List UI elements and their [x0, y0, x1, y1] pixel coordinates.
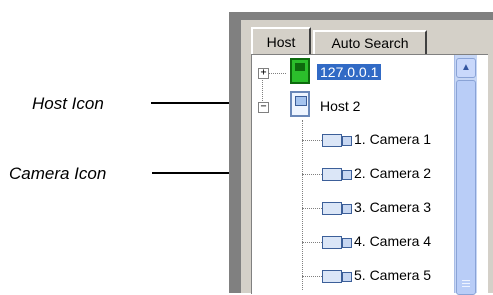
tree-line	[302, 276, 322, 277]
tree-line	[302, 120, 303, 290]
camera-icon	[322, 235, 352, 249]
tree-line	[302, 174, 322, 175]
tab-auto-search[interactable]: Auto Search	[313, 30, 427, 54]
tree-node-camera[interactable]: 5. Camera 5	[354, 267, 431, 283]
tab-host[interactable]: Host	[251, 27, 311, 55]
host-icon-callout: Host Icon	[32, 94, 104, 113]
scrollbar-thumb[interactable]	[456, 80, 476, 295]
screen-icon-part	[295, 63, 305, 71]
tree-line	[302, 140, 322, 141]
tree-node-camera[interactable]: 4. Camera 4	[354, 233, 431, 249]
tree-node-host1[interactable]: 127.0.0.1	[317, 64, 382, 80]
camera-icon-callout: Camera Icon	[9, 164, 107, 183]
camera-icon	[322, 133, 352, 147]
tree-node-host2[interactable]: Host 2	[320, 98, 360, 114]
scroll-grip	[462, 286, 470, 287]
tree-node-camera[interactable]: 2. Camera 2	[354, 165, 431, 181]
camera-icon	[322, 201, 352, 215]
scroll-grip	[462, 280, 470, 281]
scroll-grip	[462, 283, 470, 284]
expand-host1-button[interactable]: +	[258, 68, 269, 79]
tree-node-camera[interactable]: 3. Camera 3	[354, 199, 431, 215]
screen-icon-part	[295, 96, 307, 106]
camera-icon	[322, 269, 352, 283]
camera-icon	[322, 167, 352, 181]
tree-node-camera[interactable]: 1. Camera 1	[354, 131, 431, 147]
tree-line	[302, 242, 322, 243]
collapse-host2-button[interactable]: −	[258, 102, 269, 113]
computer-icon	[290, 58, 310, 84]
chevron-up-icon[interactable]: ▲	[456, 58, 476, 78]
tree-line	[268, 73, 286, 74]
tree-line	[302, 208, 322, 209]
computer-icon	[290, 91, 310, 117]
